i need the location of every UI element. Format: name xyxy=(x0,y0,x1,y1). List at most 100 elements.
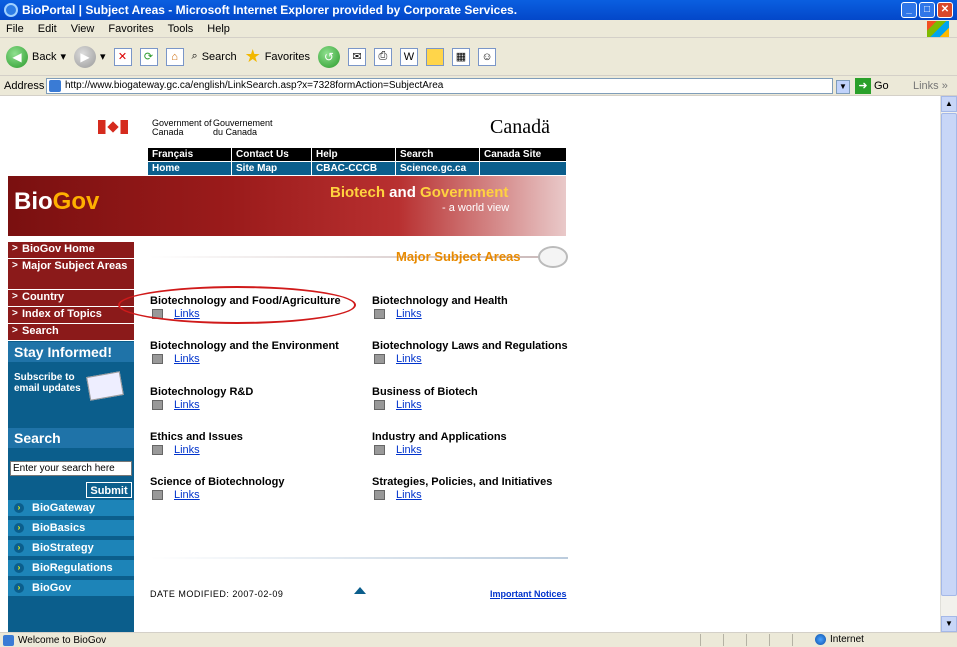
security-zone: Internet xyxy=(815,634,864,645)
sidebar-link-biogov[interactable]: › BioGov xyxy=(8,580,134,597)
nav-home[interactable]: Home xyxy=(148,162,232,175)
document-icon xyxy=(374,400,385,410)
sidebar-search-input[interactable]: Enter your search here xyxy=(10,461,132,476)
sidebar-link-biobasics[interactable]: › BioBasics xyxy=(8,520,134,537)
menu-bar: File Edit View Favorites Tools Help xyxy=(0,20,957,38)
status-bar: Welcome to BioGov Internet xyxy=(0,632,957,647)
menu-file[interactable]: File xyxy=(6,23,24,35)
document-icon xyxy=(374,354,385,364)
document-icon xyxy=(152,400,163,410)
chevron-icon: › xyxy=(14,583,24,593)
scroll-down-icon[interactable]: ▼ xyxy=(941,616,957,632)
subject-links[interactable]: Links xyxy=(372,308,422,320)
chevron-icon: › xyxy=(14,523,24,533)
sidebar-item-country[interactable]: Country xyxy=(8,290,134,307)
windows-logo-icon xyxy=(927,21,949,37)
folder-icon[interactable] xyxy=(425,47,444,66)
folder-icon xyxy=(538,246,568,268)
subject-title: Business of Biotech xyxy=(372,386,478,398)
sidebar-item-biogov-home[interactable]: BioGov Home xyxy=(8,242,134,259)
chevron-icon: › xyxy=(14,563,24,573)
sidebar-link-bioregulations[interactable]: › BioRegulations xyxy=(8,560,134,577)
print-icon[interactable]: ⎙ xyxy=(373,47,392,66)
banner-tagline: Biotech and Government xyxy=(330,184,509,201)
mail-icon[interactable]: ✉ xyxy=(347,47,366,66)
subject-links[interactable]: Links xyxy=(372,353,422,365)
subject-links[interactable]: Links xyxy=(150,399,200,411)
close-button[interactable]: ✕ xyxy=(937,2,953,18)
search-button[interactable]: ⌕ Search xyxy=(192,50,237,63)
nav-search[interactable]: Search xyxy=(396,148,480,161)
document-icon xyxy=(374,445,385,455)
document-icon xyxy=(152,445,163,455)
menu-tools[interactable]: Tools xyxy=(168,23,194,35)
subject-title: Biotechnology and Health xyxy=(372,295,508,307)
vertical-scrollbar[interactable]: ▲ ▼ xyxy=(940,96,957,632)
nav-site-map[interactable]: Site Map xyxy=(232,162,312,175)
menu-favorites[interactable]: Favorites xyxy=(108,23,153,35)
sidebar-link-biostrategy[interactable]: › BioStrategy xyxy=(8,540,134,557)
subject-links[interactable]: Links xyxy=(372,399,422,411)
refresh-icon[interactable]: ⟳ xyxy=(139,47,158,66)
messenger-icon[interactable]: ☺ xyxy=(477,47,496,66)
nav-canada-site[interactable]: Canada Site xyxy=(480,148,566,161)
search-icon: ⌕ xyxy=(191,50,198,62)
menu-edit[interactable]: Edit xyxy=(38,23,57,35)
stay-informed-heading: Stay Informed! xyxy=(8,342,134,362)
submit-button[interactable]: Submit xyxy=(86,482,132,498)
important-notices-link[interactable]: Important Notices xyxy=(490,589,567,599)
status-text: Welcome to BioGov xyxy=(18,634,107,646)
maximize-button[interactable]: □ xyxy=(919,2,935,18)
home-icon[interactable]: ⌂ xyxy=(165,47,184,66)
nav-help[interactable]: Help xyxy=(312,148,396,161)
forward-button[interactable]: ▶ ▾ xyxy=(74,45,106,68)
sidebar: BioGov Home Major Subject Areas Country … xyxy=(8,242,134,632)
nav-cbac[interactable]: CBAC-CCCB xyxy=(312,162,396,175)
history-icon[interactable]: ↺ xyxy=(317,45,340,68)
nav-science[interactable]: Science.gc.ca xyxy=(396,162,480,175)
sidebar-item-major-subject-areas[interactable]: Major Subject Areas xyxy=(8,259,134,290)
subject-title: Strategies, Policies, and Initiatives xyxy=(372,476,553,488)
toolbar: ◀ Back ▾ ▶ ▾ ✕ ⟳ ⌂ ⌕ Search ★ Favorites ↺ ✉… xyxy=(0,38,957,76)
edit-icon[interactable]: W xyxy=(399,47,418,66)
go-button[interactable]: ➜ Go xyxy=(855,78,889,94)
research-icon[interactable]: ▦ xyxy=(451,47,470,66)
subscribe-link[interactable]: Subscribe to email updates xyxy=(14,372,84,394)
subject-links[interactable]: Links xyxy=(150,353,200,365)
subject-links[interactable]: Links xyxy=(372,444,422,456)
ie-icon xyxy=(4,3,18,17)
subject-links[interactable]: Links xyxy=(372,489,422,501)
back-button[interactable]: ◀ Back ▾ xyxy=(6,45,66,68)
subject-title: Biotechnology R&D xyxy=(150,386,254,398)
goc-name-en: Government of Canada xyxy=(152,118,212,137)
favorites-button[interactable]: ★ Favorites xyxy=(245,46,310,67)
stop-icon[interactable]: ✕ xyxy=(113,47,132,66)
page-icon xyxy=(49,80,61,92)
sidebar-link-biogateway[interactable]: › BioGateway xyxy=(8,500,134,517)
subject-links[interactable]: Links xyxy=(150,489,200,501)
document-icon xyxy=(152,490,163,500)
document-icon xyxy=(152,354,163,364)
window-title-bar: BioPortal | Subject Areas - Microsoft In… xyxy=(0,0,957,20)
scroll-up-icon[interactable]: ▲ xyxy=(941,96,957,112)
back-arrow-icon: ◀ xyxy=(6,45,28,68)
sidebar-item-index-of-topics[interactable]: Index of Topics xyxy=(8,307,134,324)
nav-contact-us[interactable]: Contact Us xyxy=(232,148,312,161)
scroll-thumb[interactable] xyxy=(941,113,957,596)
address-dropdown-icon[interactable]: ▼ xyxy=(836,80,850,94)
address-input[interactable]: http://www.biogateway.gc.ca/english/Link… xyxy=(46,78,833,94)
nav-top: Français Contact Us Help Search Canada S… xyxy=(148,148,566,161)
subject-links[interactable]: Links xyxy=(150,444,200,456)
envelope-icon xyxy=(86,371,124,401)
window-title: BioPortal | Subject Areas - Microsoft In… xyxy=(22,3,518,17)
minimize-button[interactable]: _ xyxy=(901,2,917,18)
links-button[interactable]: Links » xyxy=(913,80,948,92)
banner-subtitle: - a world view xyxy=(442,202,510,214)
nav-francais[interactable]: Français xyxy=(148,148,232,161)
menu-view[interactable]: View xyxy=(71,23,95,35)
subject-title: Biotechnology and the Environment xyxy=(150,340,339,352)
back-to-top-icon[interactable] xyxy=(354,587,366,594)
sidebar-item-search[interactable]: Search xyxy=(8,324,134,341)
menu-help[interactable]: Help xyxy=(207,23,230,35)
forward-arrow-icon: ▶ xyxy=(74,45,96,68)
